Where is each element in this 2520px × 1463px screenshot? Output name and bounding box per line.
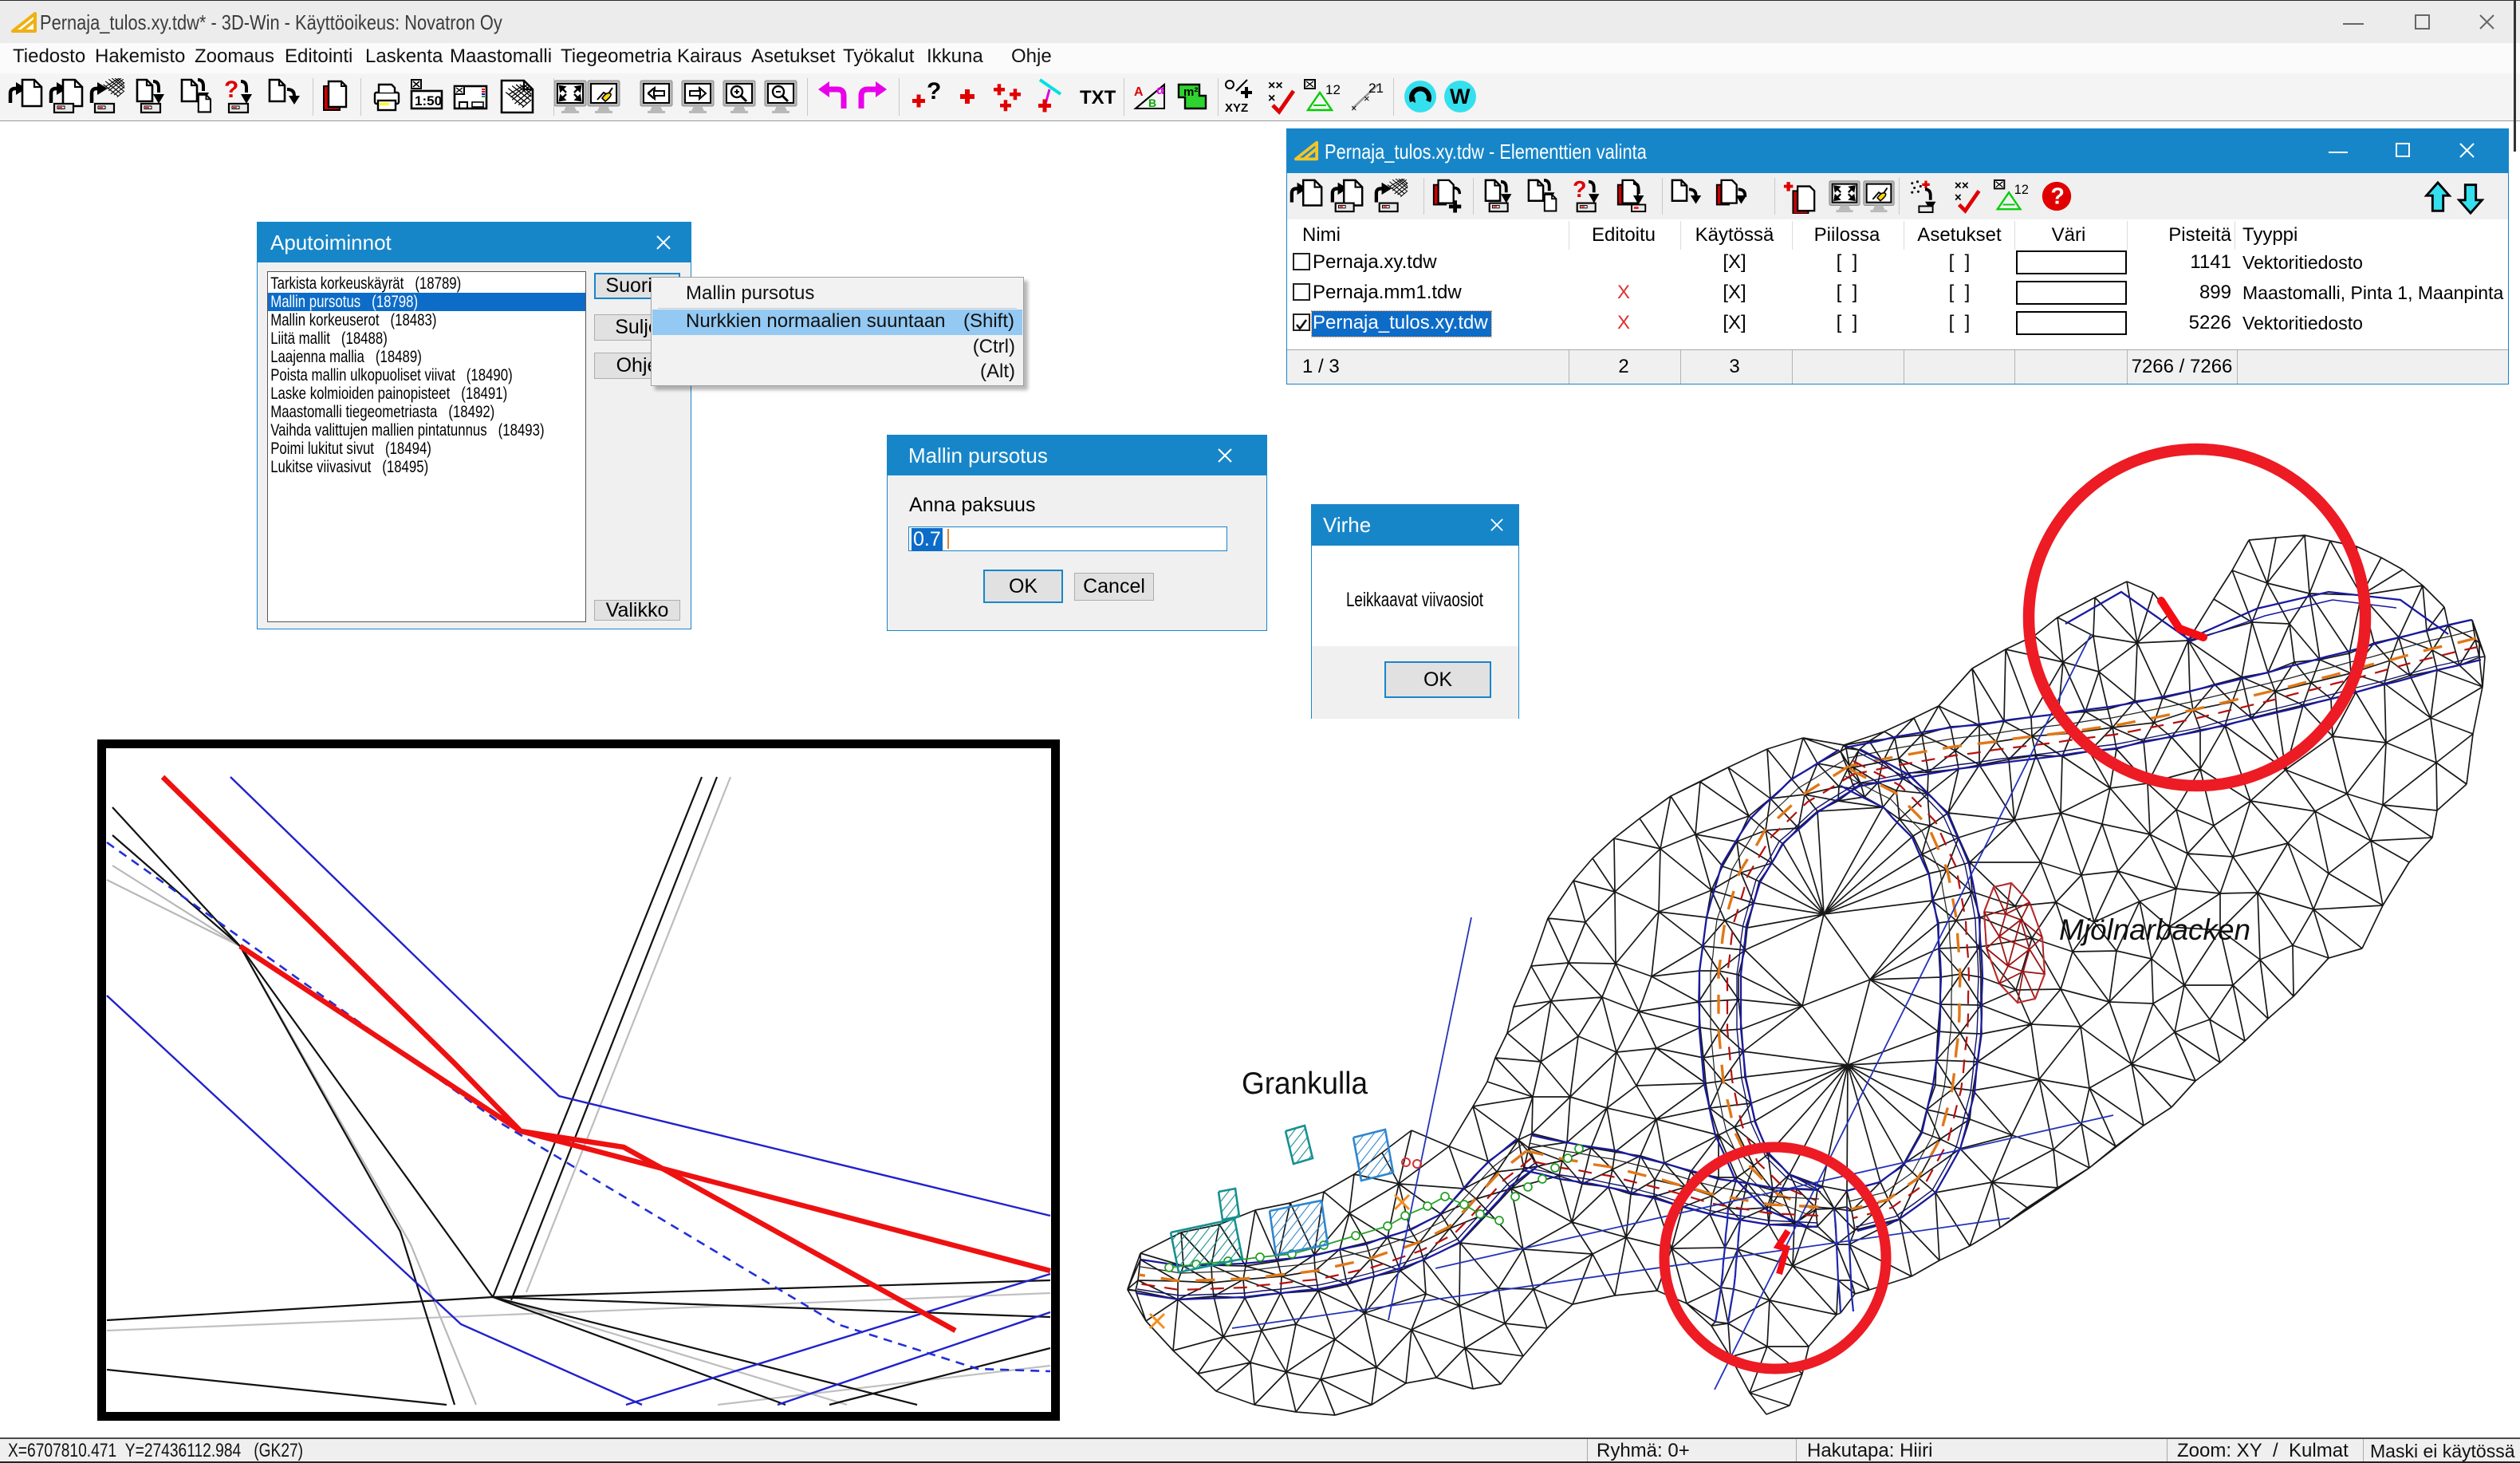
svg-text:×: × — [1351, 102, 1357, 114]
svg-text:12: 12 — [1325, 82, 1340, 97]
svg-text:A: A — [1134, 85, 1144, 99]
svg-text:?: ? — [1573, 179, 1587, 203]
svg-text:21: 21 — [1368, 81, 1384, 96]
svg-text:TXT: TXT — [1080, 87, 1116, 108]
svg-text:?: ? — [927, 78, 941, 104]
svg-text:W: W — [1450, 85, 1471, 108]
svg-text:Grankulla: Grankulla — [1242, 1067, 1368, 1101]
svg-text:12: 12 — [2014, 183, 2028, 197]
svg-text:1:50: 1:50 — [415, 93, 442, 108]
svg-text:××: ×× — [1268, 79, 1283, 93]
svg-text:?: ? — [224, 78, 238, 103]
svg-text:B: B — [1148, 97, 1156, 109]
svg-text:×: × — [1268, 92, 1275, 105]
svg-text:Mjölnarbacken: Mjölnarbacken — [2059, 913, 2250, 946]
svg-text:×: × — [1955, 191, 1962, 205]
svg-text:XYZ: XYZ — [1225, 101, 1248, 115]
svg-text:m²: m² — [1183, 85, 1198, 99]
svg-text:α: α — [1156, 84, 1164, 97]
svg-text:×: × — [1364, 93, 1370, 104]
svg-text:?: ? — [2050, 184, 2065, 210]
